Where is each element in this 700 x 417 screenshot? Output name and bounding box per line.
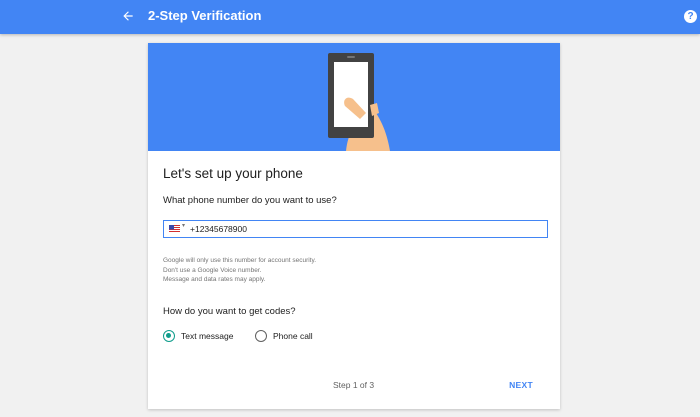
card-heading: Let's set up your phone	[163, 166, 303, 181]
setup-card: Let's set up your phone What phone numbe…	[148, 43, 560, 409]
arrow-back-icon[interactable]	[121, 9, 135, 23]
codes-question: How do you want to get codes?	[163, 306, 296, 317]
chevron-down-icon[interactable]: ▾	[182, 222, 185, 229]
note-line: Message and data rates may apply.	[163, 276, 266, 283]
phone-question: What phone number do you want to use?	[163, 195, 337, 206]
radio-phone-call[interactable]	[255, 330, 267, 342]
step-indicator: Step 1 of 3	[333, 380, 375, 390]
radio-text-message[interactable]	[163, 330, 175, 342]
note-line: Don't use a Google Voice number.	[163, 266, 262, 274]
note-line: Google will only use this number for acc…	[163, 257, 317, 264]
us-flag-icon[interactable]	[169, 225, 180, 233]
app-header: 2-Step Verification ?	[0, 0, 700, 34]
hero-banner	[148, 43, 560, 151]
phone-number-input[interactable]	[190, 222, 540, 236]
help-icon[interactable]: ?	[684, 10, 697, 23]
phone-usage-note: Google will only use this number for acc…	[163, 256, 316, 285]
phone-number-field[interactable]: ▾	[163, 220, 548, 238]
next-button[interactable]: NEXT	[501, 376, 541, 394]
phone-in-hand-illustration	[328, 53, 390, 151]
option-label: Phone call	[273, 331, 313, 341]
page-title: 2-Step Verification	[148, 8, 262, 23]
option-label: Text message	[181, 331, 234, 341]
